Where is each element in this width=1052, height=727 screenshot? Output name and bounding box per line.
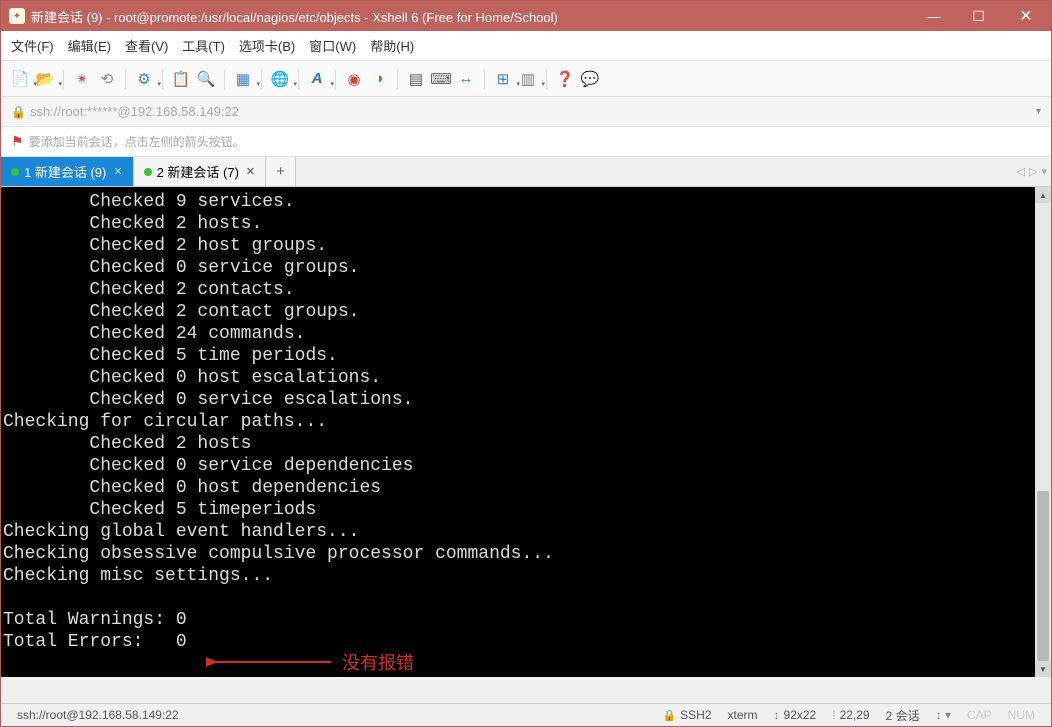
minimize-button[interactable]: — xyxy=(911,1,956,31)
status-cap: CAP xyxy=(959,708,1000,722)
status-path: ssh://root@192.168.58.149:22 xyxy=(9,708,654,722)
font-button[interactable]: A▾ xyxy=(306,68,328,90)
toolbar-separator xyxy=(125,69,126,89)
maximize-button[interactable]: ☐ xyxy=(956,1,1001,31)
app-icon: ✦ xyxy=(9,8,25,24)
toolbar-separator xyxy=(261,69,262,89)
status-sync-icon[interactable]: ↕ ▾ xyxy=(928,708,959,722)
help-button[interactable]: ❓ xyxy=(554,68,576,90)
toolbar-separator xyxy=(397,69,398,89)
menubar: 文件(F) 编辑(E) 查看(V) 工具(T) 选项卡(B) 窗口(W) 帮助(… xyxy=(1,31,1051,61)
toolbar-separator xyxy=(224,69,225,89)
toolbar-separator xyxy=(63,69,64,89)
xftp-button[interactable]: ◑ xyxy=(368,68,390,90)
toolbar: 📄▾ 📂▾ ✴ ⟲ ⚙▾ 📋 🔍 ▦▾ 🌐▾ A▾ ◉ ◑ ▤ ⌨ ↔ ⊞▾ ▥… xyxy=(1,61,1051,97)
tab-session-2[interactable]: 2 新建会话 (7) ✕ xyxy=(134,157,267,186)
menu-help[interactable]: 帮助(H) xyxy=(370,36,414,55)
close-button[interactable]: ✕ xyxy=(1001,1,1051,31)
scroll-track[interactable] xyxy=(1035,203,1051,661)
scroll-down-button[interactable]: ▼ xyxy=(1035,661,1051,677)
hint-text: 要添加当前会话，点击左侧的箭头按钮。 xyxy=(29,133,245,150)
window-controls: — ☐ ✕ xyxy=(911,1,1051,31)
new-window-button[interactable]: ⊞▾ xyxy=(492,68,514,90)
terminal-button[interactable]: ▤ xyxy=(405,68,427,90)
new-session-button[interactable]: 📄▾ xyxy=(9,68,31,90)
vertical-scrollbar[interactable]: ▲ ▼ xyxy=(1035,187,1051,677)
status-protocol: 🔒 SSH2 xyxy=(654,708,719,722)
status-term-type: xterm xyxy=(720,708,766,722)
toolbar-separator xyxy=(546,69,547,89)
find-button[interactable]: 🔍 xyxy=(195,68,217,90)
toolbar-separator xyxy=(298,69,299,89)
address-dropdown-icon[interactable]: ▾ xyxy=(1036,106,1041,117)
hint-bar: ⚑ 要添加当前会话，点击左侧的箭头按钮。 xyxy=(1,127,1051,157)
xagent-button[interactable]: ◉ xyxy=(343,68,365,90)
new-tab-button[interactable] xyxy=(266,157,296,186)
toolbar-separator xyxy=(335,69,336,89)
clear-button[interactable]: ↔ xyxy=(455,68,477,90)
lock-icon: 🔒 xyxy=(11,105,26,119)
open-folder-button[interactable]: 📂▾ xyxy=(34,68,56,90)
menu-window[interactable]: 窗口(W) xyxy=(309,36,356,55)
status-bar: ssh://root@192.168.58.149:22 🔒 SSH2 xter… xyxy=(1,703,1051,726)
paste-button[interactable]: ▦▾ xyxy=(232,68,254,90)
scroll-up-button[interactable]: ▲ xyxy=(1035,187,1051,203)
chat-button[interactable]: 💬 xyxy=(579,68,601,90)
copy-button[interactable]: 📋 xyxy=(170,68,192,90)
menu-edit[interactable]: 编辑(E) xyxy=(68,36,111,55)
scroll-thumb[interactable] xyxy=(1037,491,1049,661)
flag-icon[interactable]: ⚑ xyxy=(11,133,24,150)
terminal-container: Checked 9 services. Checked 2 hosts. Che… xyxy=(1,187,1051,677)
status-size: ↕92x22 xyxy=(766,708,825,722)
status-dot-icon xyxy=(144,168,152,176)
terminal-output[interactable]: Checked 9 services. Checked 2 hosts. Che… xyxy=(1,187,1037,677)
window-titlebar: ✦ 新建会话 (9) - root@promote:/usr/local/nag… xyxy=(1,1,1051,31)
disconnect-button[interactable]: ⟲ xyxy=(96,68,118,90)
tab-session-1[interactable]: 1 新建会话 (9) ✕ xyxy=(1,157,134,186)
menu-tabs[interactable]: 选项卡(B) xyxy=(239,36,295,55)
menu-file[interactable]: 文件(F) xyxy=(11,36,54,55)
address-url: ssh://root:******@192.168.58.149:22 xyxy=(30,104,1036,119)
tab-nav: ◁ ▷ ▾ xyxy=(1017,157,1047,186)
lock-icon: 🔒 xyxy=(662,709,676,722)
toolbar-separator xyxy=(162,69,163,89)
address-bar[interactable]: 🔒 ssh://root:******@192.168.58.149:22 ▾ xyxy=(1,97,1051,127)
status-num: NUM xyxy=(1000,708,1043,722)
tab-label: 1 新建会话 (9) xyxy=(24,162,106,181)
layout-button[interactable]: ▥▾ xyxy=(517,68,539,90)
tab-label: 2 新建会话 (7) xyxy=(157,162,239,181)
properties-button[interactable]: ⚙▾ xyxy=(133,68,155,90)
toolbar-separator xyxy=(484,69,485,89)
tab-menu-icon[interactable]: ▾ xyxy=(1041,165,1047,178)
keyboard-button[interactable]: ⌨ xyxy=(430,68,452,90)
tab-close-icon[interactable]: ✕ xyxy=(246,165,255,178)
status-cursor: ⁞22,29 xyxy=(824,708,877,722)
reconnect-button[interactable]: ✴ xyxy=(71,68,93,90)
tab-next-icon[interactable]: ▷ xyxy=(1029,165,1037,178)
status-dot-icon xyxy=(11,168,19,176)
menu-view[interactable]: 查看(V) xyxy=(125,36,168,55)
window-title: 新建会话 (9) - root@promote:/usr/local/nagio… xyxy=(31,7,911,26)
menu-tools[interactable]: 工具(T) xyxy=(182,36,225,55)
globe-button[interactable]: 🌐▾ xyxy=(269,68,291,90)
tab-bar: 1 新建会话 (9) ✕ 2 新建会话 (7) ✕ ◁ ▷ ▾ xyxy=(1,157,1051,187)
tab-prev-icon[interactable]: ◁ xyxy=(1017,165,1025,178)
status-sessions: 2 会话 xyxy=(878,707,928,724)
tab-close-icon[interactable]: ✕ xyxy=(113,165,122,178)
